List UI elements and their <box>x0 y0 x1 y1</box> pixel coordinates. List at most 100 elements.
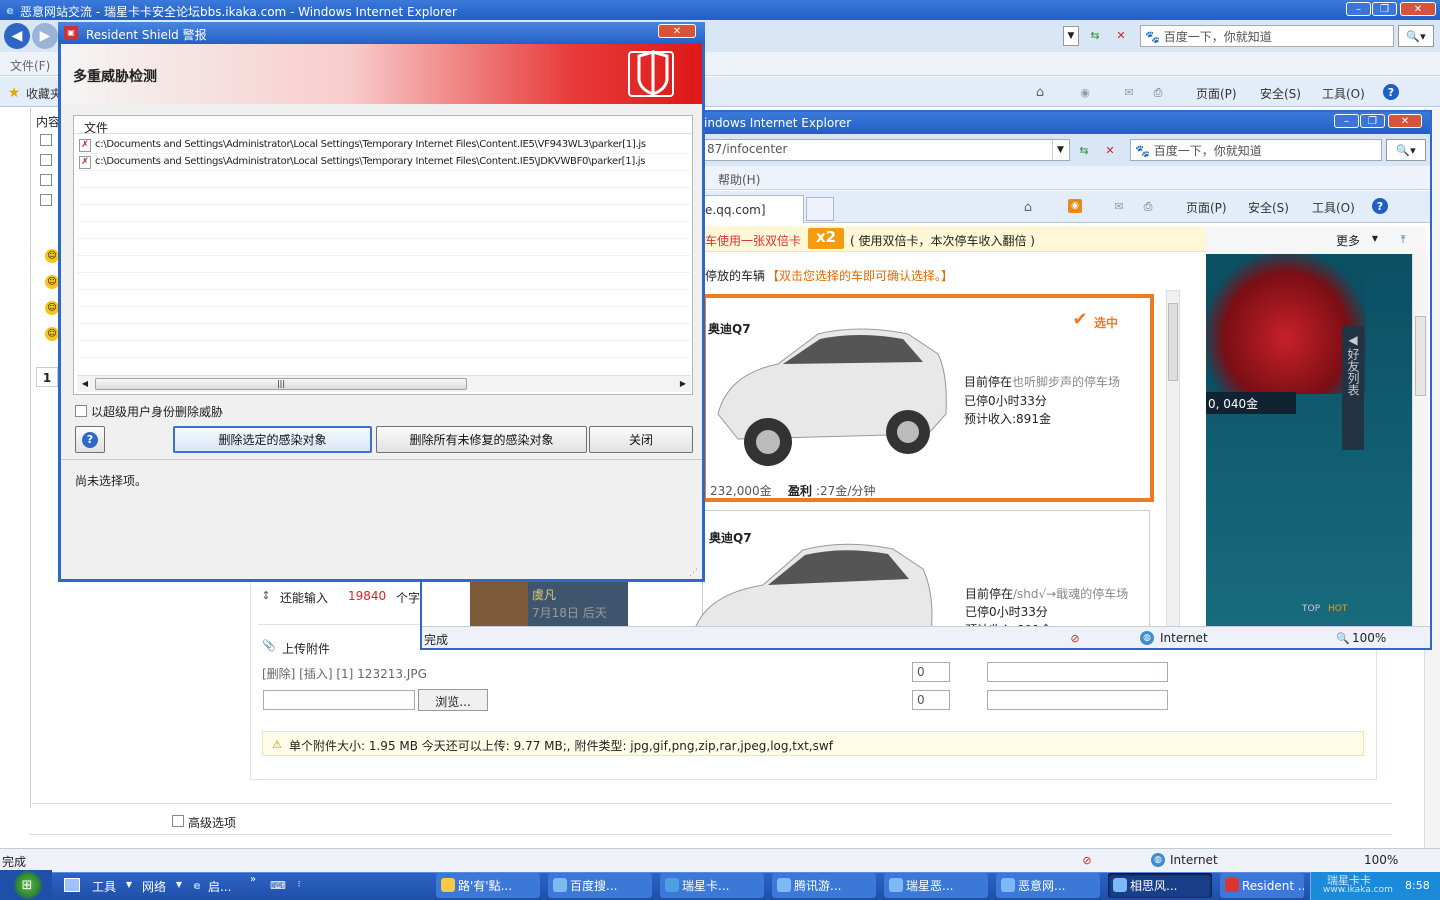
front-refresh-icon[interactable]: ⇆ <box>1074 140 1094 160</box>
file-path-input[interactable] <box>263 690 415 710</box>
new-tab-button[interactable] <box>806 197 834 221</box>
front-close-button[interactable]: ✕ <box>1388 114 1422 128</box>
start-button[interactable]: ⊞ <box>0 870 52 900</box>
back-search-input[interactable]: 🐾 百度一下，你就知道 <box>1140 25 1394 47</box>
scroll-top-icon[interactable]: ⤒ <box>1396 232 1410 246</box>
task-item-6[interactable]: 恶意网... <box>996 873 1100 898</box>
menu-safety[interactable]: 安全(S) <box>1260 85 1301 102</box>
front-menu-help[interactable]: 帮助(H) <box>718 171 760 188</box>
desc-field-2[interactable] <box>987 690 1168 710</box>
smiley-icon-2[interactable]: ☺ <box>45 275 59 289</box>
favorites-star-icon[interactable]: ★ <box>6 85 22 101</box>
address-dropdown-icon[interactable]: ▼ <box>1063 26 1079 46</box>
tools-dropdown-icon[interactable]: ▼ <box>124 880 134 890</box>
front-tab[interactable]: e.qq.com] <box>700 195 804 223</box>
clock[interactable]: 8:58 <box>1405 879 1430 892</box>
smiley-icon-4[interactable]: ☺ <box>45 327 59 341</box>
car2-loc[interactable]: /shd√→戢魂的停车场 <box>1013 585 1128 602</box>
attachment-line[interactable]: [删除] [插入] [1] 123213.JPG <box>262 665 427 682</box>
scroll-left-icon[interactable]: ◀ <box>79 378 91 390</box>
task-item-7[interactable]: 相思风... <box>1108 873 1212 898</box>
top-label[interactable]: TOP <box>1302 604 1320 614</box>
forward-nav-icon[interactable]: ▶ <box>32 23 58 49</box>
front-scroll-thumb[interactable] <box>1415 316 1426 396</box>
back-zoom[interactable]: 100% <box>1364 853 1398 867</box>
front-stop-icon[interactable]: ✕ <box>1100 140 1120 160</box>
car-card-selected[interactable]: 奥迪Q7 ✔ 选中 目前停在 也听脚步声的停车场 已停0小时33分 预计收入:8… <box>702 294 1154 502</box>
front-rss-icon[interactable]: ◉ <box>1068 199 1082 213</box>
front-menu-page[interactable]: 页面(P) <box>1186 199 1227 216</box>
more-arrow-icon[interactable]: ▼ <box>1370 234 1380 244</box>
lang-icon[interactable]: ⁝ <box>294 876 304 894</box>
file-row-1[interactable]: ✗ c:\Documents and Settings\Administrato… <box>77 137 690 154</box>
front-scrollbar[interactable] <box>1412 254 1428 626</box>
hot-label[interactable]: HOT <box>1328 604 1347 614</box>
front-menu-safety[interactable]: 安全(S) <box>1248 199 1289 216</box>
refresh-icon[interactable]: ⇆ <box>1085 25 1105 45</box>
front-minimize-button[interactable]: – <box>1334 114 1359 128</box>
quicklaunch-chevron-icon[interactable]: » <box>250 874 256 885</box>
task-item-5[interactable]: 瑞星恶... <box>884 873 988 898</box>
friends-tab[interactable]: ◀ 好友列表 <box>1342 326 1364 450</box>
maximize-button[interactable]: ❐ <box>1372 2 1397 16</box>
front-menu-tools[interactable]: 工具(O) <box>1312 199 1355 216</box>
advanced-checkbox[interactable] <box>172 815 184 827</box>
file-list-hscroll[interactable]: ◀ ||| ▶ <box>77 375 691 392</box>
num-field-1[interactable]: 0 <box>912 662 950 682</box>
keyboard-icon[interactable]: ⌨ <box>270 878 286 892</box>
rss-icon[interactable]: ◉ <box>1078 85 1092 99</box>
front-home-icon[interactable]: ⌂ <box>1020 199 1036 215</box>
row-checkbox-4[interactable] <box>40 194 52 206</box>
row-checkbox-2[interactable] <box>40 154 52 166</box>
car-card-2[interactable]: 奥迪Q7 目前停在 /shd√→戢魂的停车场 已停0小时33分 预计收入:891… <box>692 510 1150 640</box>
menu-page[interactable]: 页面(P) <box>1196 85 1237 102</box>
network-dropdown-icon[interactable]: ▼ <box>174 880 184 890</box>
smiley-icon-1[interactable]: ☺ <box>45 249 59 263</box>
more-link[interactable]: 更多 <box>1336 232 1360 249</box>
front-search-input[interactable]: 🐾 百度一下，你就知道 <box>1130 139 1382 161</box>
car-list-scroll-thumb[interactable] <box>1168 303 1178 381</box>
num-field-2[interactable]: 0 <box>912 690 950 710</box>
taskbar-network[interactable]: 网络 <box>142 878 166 895</box>
help-button[interactable]: ? <box>75 426 105 453</box>
print-icon[interactable]: ⎙ <box>1150 85 1166 99</box>
row-checkbox-1[interactable] <box>40 134 52 146</box>
delete-selected-button[interactable]: 删除选定的感染对象 <box>173 426 372 453</box>
advanced-label[interactable]: 高级选项 <box>188 814 236 831</box>
row-checkbox-3[interactable] <box>40 174 52 186</box>
stop-icon[interactable]: ✕ <box>1111 25 1131 45</box>
front-help-icon[interactable]: ? <box>1372 198 1388 214</box>
hscroll-thumb[interactable]: ||| <box>95 378 467 390</box>
car1-loc[interactable]: 也听脚步声的停车场 <box>1012 373 1120 390</box>
back-nav-icon[interactable]: ◀ <box>4 23 30 49</box>
help-icon[interactable]: ? <box>1383 84 1399 100</box>
task-item-3[interactable]: 瑞星卡... <box>660 873 764 898</box>
game-user-card[interactable]: 虞凡 7月18日 后天 <box>470 580 628 628</box>
hint-link[interactable]: 【双击您选择的车即可确认选择。】 <box>767 267 953 284</box>
task-item-2[interactable]: 百度搜... <box>548 873 652 898</box>
browse-button[interactable]: 浏览... <box>418 689 488 711</box>
superuser-checkbox[interactable] <box>75 405 87 417</box>
file-list-header[interactable]: 文件 <box>74 116 692 135</box>
resize-grip-icon[interactable]: ⋰ <box>689 568 698 578</box>
mail-icon[interactable]: ✉ <box>1122 85 1136 99</box>
home-icon[interactable]: ⌂ <box>1032 84 1048 100</box>
menu-tools[interactable]: 工具(O) <box>1322 85 1365 102</box>
search-icon[interactable]: 🔍▾ <box>1398 25 1434 47</box>
front-address-input[interactable]: 87/infocenter <box>702 139 1070 161</box>
front-zoom[interactable]: 100% <box>1352 631 1386 645</box>
dialog-close-button[interactable]: ✕ <box>658 24 696 38</box>
page-number[interactable]: 1 <box>36 367 58 387</box>
quick-ie-icon[interactable]: e <box>190 878 204 892</box>
menu-file[interactable]: 文件(F) <box>10 57 50 74</box>
close-button[interactable]: ✕ <box>1400 2 1436 16</box>
minimize-button[interactable]: – <box>1346 2 1371 16</box>
delete-all-button[interactable]: 删除所有未修复的感染对象 <box>376 426 587 453</box>
favorites-label[interactable]: 收藏夹 <box>26 85 62 102</box>
car-list-scrollbar[interactable] <box>1166 290 1180 630</box>
task-item-1[interactable]: 路'有'點... <box>436 873 540 898</box>
dialog-close-action-button[interactable]: 关闭 <box>589 426 693 453</box>
desktop-icon[interactable] <box>64 878 80 892</box>
front-mail-icon[interactable]: ✉ <box>1112 199 1126 213</box>
desc-field-1[interactable] <box>987 662 1168 682</box>
